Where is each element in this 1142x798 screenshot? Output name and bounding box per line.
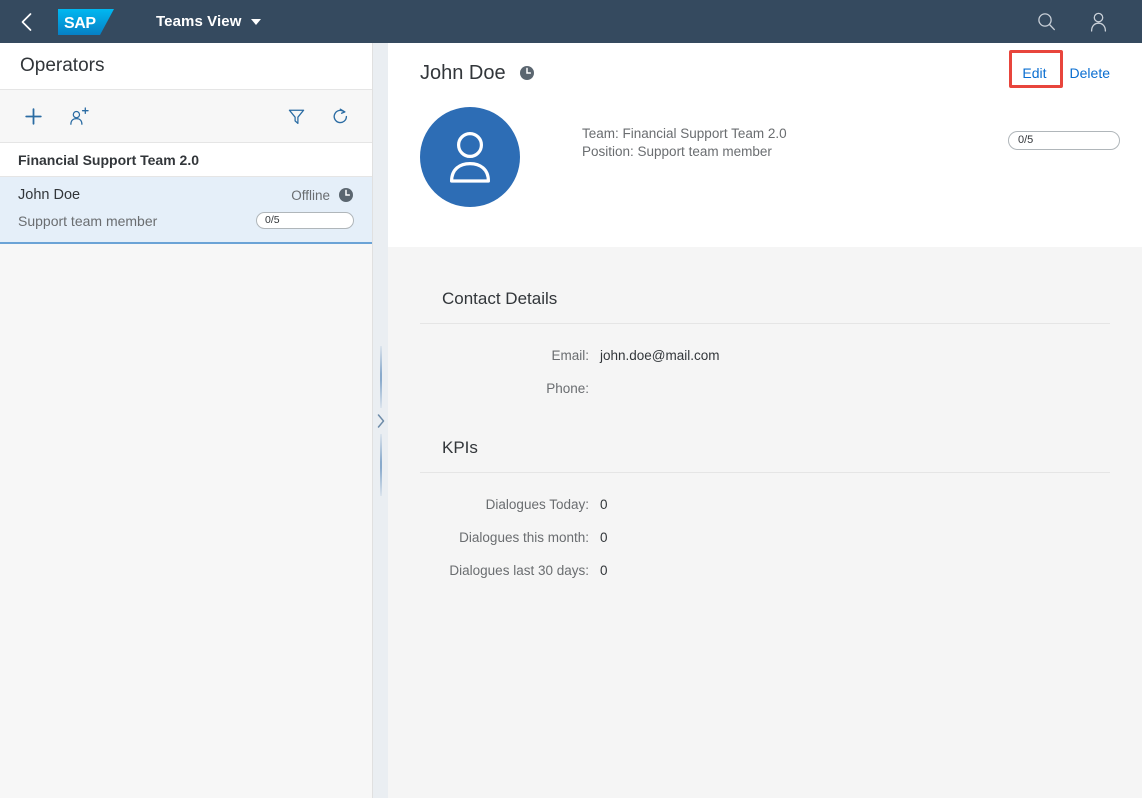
body-split-container: Operators Financial Support Team 2.0 Joh… [0, 43, 1142, 798]
user-icon [1090, 12, 1106, 32]
svg-text:SAP: SAP [64, 15, 96, 32]
form-row-dialogues-last-30-days: Dialogues last 30 days: 0 [420, 563, 1110, 578]
search-icon [1037, 13, 1055, 31]
contact-details-form: Email: john.doe@mail.com Phone: [420, 324, 1110, 418]
detail-title: John Doe [420, 61, 506, 84]
list-item[interactable]: John Doe Offline Support team member 0/5 [0, 177, 372, 244]
app-root: SAP Teams View Operators Financial Suppo… [0, 0, 1142, 798]
section-title-contact-details: Contact Details [420, 277, 1110, 324]
refresh-icon [333, 108, 347, 123]
kpis-form: Dialogues Today: 0 Dialogues this month:… [420, 473, 1110, 600]
detail-title-row: John Doe Edit Delete [388, 43, 1142, 97]
detail-hero: Team: Financial Support Team 2.0 Positio… [388, 97, 1142, 247]
email-label: Email: [551, 348, 589, 363]
search-button[interactable] [1030, 6, 1062, 38]
section-title-kpis: KPIs [420, 426, 1110, 473]
form-row-phone: Phone: [420, 381, 1110, 396]
avatar [420, 107, 520, 207]
toolbar-right-group [281, 101, 355, 131]
form-row-email: Email: john.doe@mail.com [420, 348, 1110, 363]
filter-button[interactable] [281, 101, 311, 131]
edit-button[interactable]: Edit [1012, 59, 1056, 87]
detail-content: Contact Details Email: john.doe@mail.com… [388, 247, 1142, 798]
app-title-dropdown[interactable]: Teams View [152, 7, 265, 37]
chevron-right-icon [377, 413, 384, 428]
splitter-collapse-button[interactable] [373, 408, 388, 434]
refresh-button[interactable] [325, 101, 355, 131]
dialogues-last-30-days-label: Dialogues last 30 days: [449, 563, 589, 578]
operator-status-group: Offline [291, 187, 354, 203]
add-person-icon [69, 107, 89, 125]
add-icon [24, 107, 42, 125]
detail-header: John Doe Edit Delete Team: Financial Sup… [388, 43, 1142, 247]
section-contact-details: Contact Details Email: john.doe@mail.com… [388, 277, 1142, 418]
form-row-dialogues-today: Dialogues Today: 0 [420, 497, 1110, 512]
caret-down-icon [250, 18, 261, 25]
dialogues-this-month-value: 0 [600, 530, 608, 545]
email-value: john.doe@mail.com [600, 348, 720, 363]
detail-actions: Edit Delete [1009, 50, 1120, 88]
splitter-bar-bottom [379, 433, 382, 496]
list-item-primary-row: John Doe Offline [18, 187, 354, 203]
toolbar-left-group [18, 101, 94, 131]
person-icon [450, 132, 490, 183]
clock-icon [519, 66, 534, 80]
sap-logo: SAP [58, 8, 114, 35]
capacity-progress-label: 0/5 [265, 214, 280, 227]
master-toolbar [0, 90, 372, 143]
add-operator-button[interactable] [18, 101, 48, 131]
capacity-progress-indicator: 0/5 [256, 212, 354, 229]
page-title: Operators [20, 55, 105, 76]
dialogues-today-label: Dialogues Today: [485, 497, 589, 512]
hero-capacity-progress-indicator: 0/5 [1008, 131, 1120, 150]
shell-header: SAP Teams View [0, 0, 1142, 43]
detail-panel: John Doe Edit Delete Team: Financial Sup… [388, 43, 1142, 798]
operator-status-text: Offline [291, 187, 330, 203]
dialogues-today-value: 0 [600, 497, 608, 512]
shell-header-right [1030, 6, 1130, 38]
master-panel: Operators Financial Support Team 2.0 Joh… [0, 43, 373, 798]
filter-icon [288, 109, 304, 124]
phone-label: Phone: [546, 381, 589, 396]
operator-capacity-wrap: 0/5 [256, 212, 354, 229]
dialogues-this-month-label: Dialogues this month: [459, 530, 589, 545]
splitter-bar-top [379, 345, 382, 408]
operator-position: Support team member [18, 212, 158, 229]
shell-header-left: SAP Teams View [8, 4, 265, 40]
operator-name: John Doe [18, 187, 81, 203]
hero-capacity-progress-label: 0/5 [1018, 134, 1034, 146]
panel-splitter[interactable] [373, 43, 388, 798]
detail-status-icon-wrap [519, 65, 535, 81]
master-header: Operators [0, 43, 372, 90]
hero-info: Team: Financial Support Team 2.0 Positio… [582, 107, 787, 161]
user-profile-button[interactable] [1082, 6, 1114, 38]
clock-icon [339, 188, 353, 202]
list-item-secondary-row: Support team member 0/5 [18, 212, 354, 229]
add-person-button[interactable] [64, 101, 94, 131]
app-title: Teams View [156, 13, 242, 30]
chevron-left-icon [21, 12, 31, 31]
form-row-dialogues-this-month: Dialogues this month: 0 [420, 530, 1110, 545]
hero-position-line: Position: Support team member [582, 143, 772, 159]
delete-button[interactable]: Delete [1060, 59, 1120, 87]
dialogues-last-30-days-value: 0 [600, 563, 608, 578]
list-group-header: Financial Support Team 2.0 [0, 143, 372, 177]
back-button[interactable] [8, 4, 44, 40]
section-kpis: KPIs Dialogues Today: 0 Dialogues this m… [388, 426, 1142, 600]
hero-capacity-wrap: 0/5 [1008, 107, 1120, 150]
hero-team-line: Team: Financial Support Team 2.0 [582, 126, 787, 141]
